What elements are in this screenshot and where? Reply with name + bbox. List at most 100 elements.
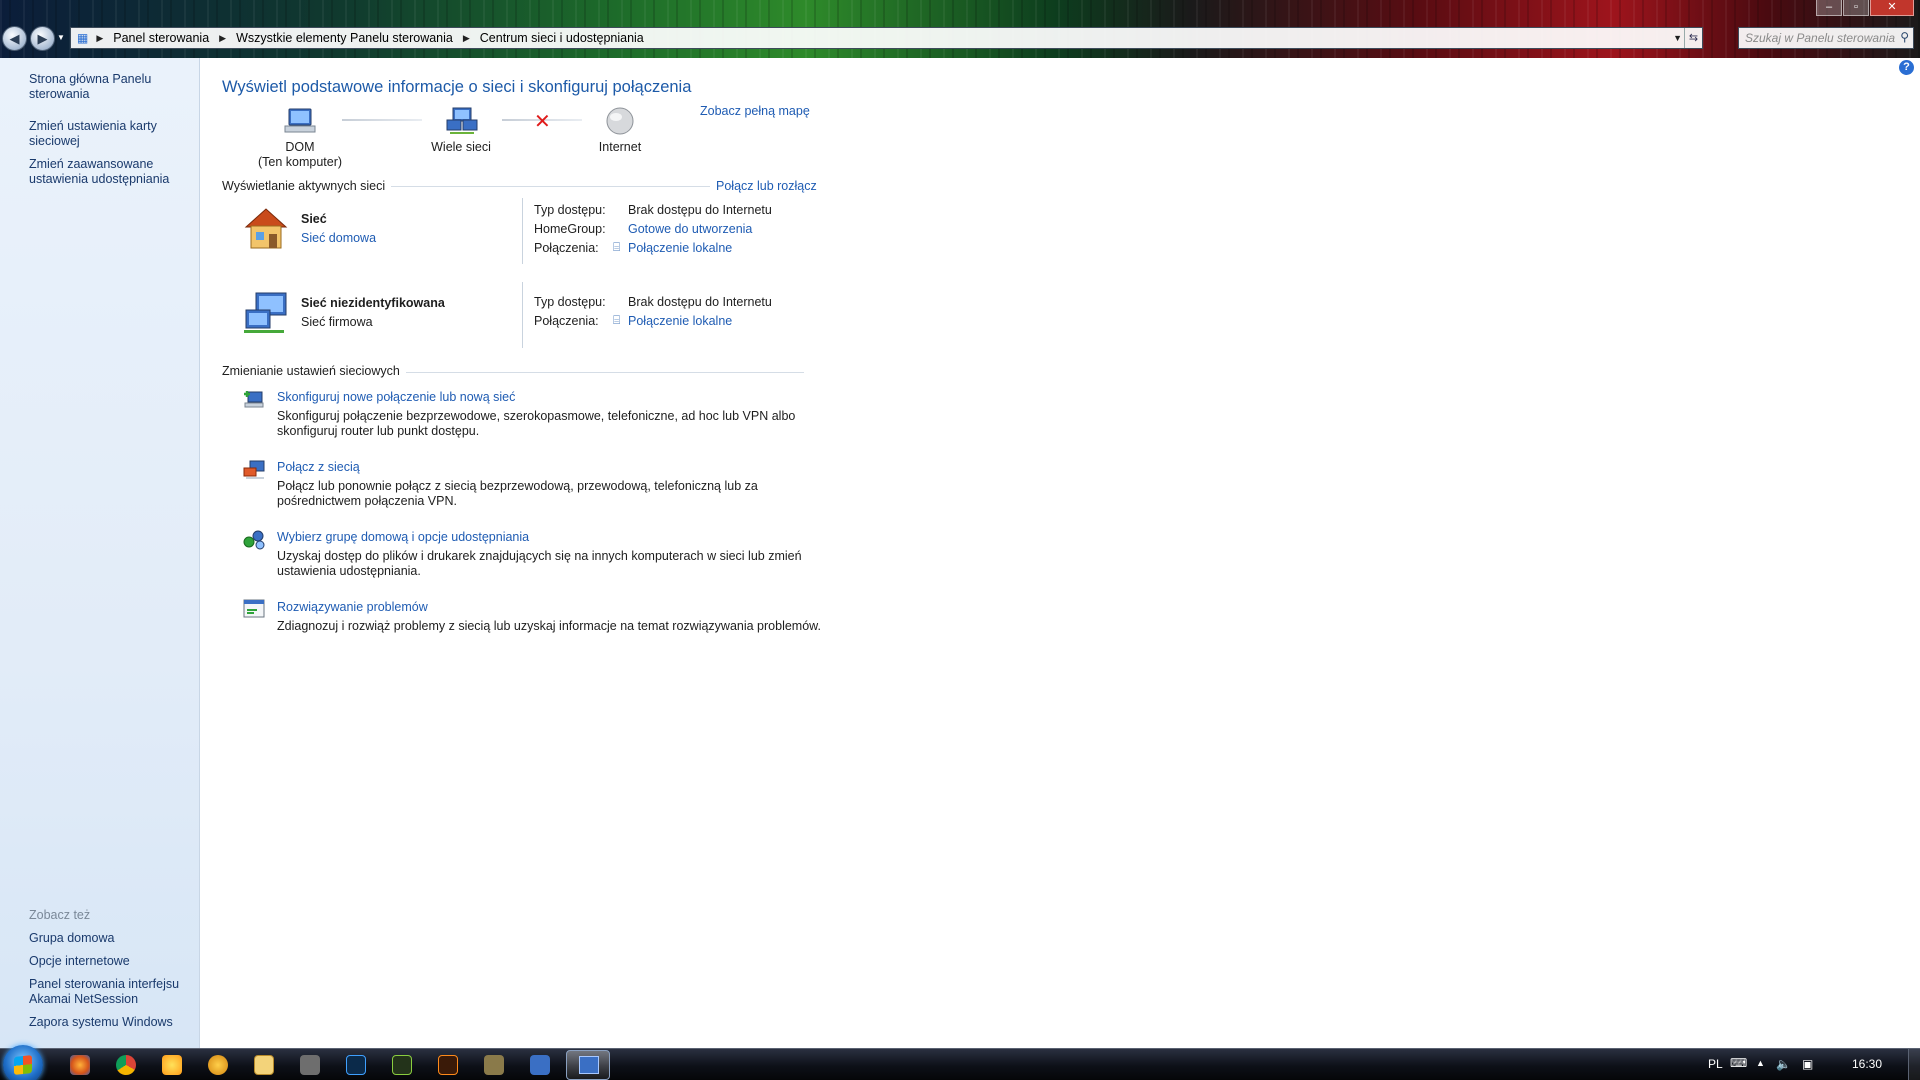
dreamweaver-icon[interactable] xyxy=(392,1055,412,1075)
app-sun-icon[interactable] xyxy=(162,1055,182,1075)
sidebar: Strona główna Panelu sterowania Zmień us… xyxy=(0,58,200,1048)
access-type-label: Typ dostępu: xyxy=(534,203,606,217)
control-panel-icon: ▦ xyxy=(77,31,89,45)
connect-disconnect-link[interactable]: Połącz lub rozłącz xyxy=(710,179,817,193)
address-bar[interactable]: ▦ ▶ Panel sterowania ▶ Wszystkie element… xyxy=(70,27,1703,49)
task-connect-network[interactable]: Połącz z siecią xyxy=(277,460,360,474)
search-input[interactable]: Szukaj w Panelu sterowania ⚲ xyxy=(1738,27,1914,49)
breadcrumb-chevron-icon[interactable]: ▶ xyxy=(219,33,226,44)
network-type-link[interactable]: Sieć domowa xyxy=(301,231,376,245)
task-description: Zdiagnozuj i rozwiąż problemy z siecią l… xyxy=(277,619,821,633)
breadcrumb-item[interactable]: Centrum sieci i udostępniania xyxy=(480,31,644,45)
network-type: Sieć firmowa xyxy=(301,315,373,329)
new-connection-icon xyxy=(244,391,264,408)
see-also-firewall[interactable]: Zapora systemu Windows xyxy=(29,1015,194,1030)
network-divider xyxy=(522,198,523,264)
taskbar: PL ⌨ ▲ 🔈 ▣ 16:30 xyxy=(0,1045,1920,1080)
refresh-icon[interactable]: ⇆ xyxy=(1684,28,1702,48)
computer-name: DOM xyxy=(285,140,315,154)
task-setup-connection[interactable]: Skonfiguruj nowe połączenie lub nową sie… xyxy=(277,390,515,404)
maximize-button[interactable]: ▫ xyxy=(1843,0,1869,16)
folder-icon[interactable] xyxy=(254,1055,274,1075)
back-button[interactable]: ◀ xyxy=(2,26,27,51)
app-blue-icon[interactable] xyxy=(530,1055,550,1075)
network-tray-icon[interactable]: ▣ xyxy=(1802,1057,1813,1071)
access-type-label: Typ dostępu: xyxy=(534,295,606,309)
breadcrumb-item[interactable]: Panel sterowania xyxy=(113,31,209,45)
local-connection-link[interactable]: Połączenie lokalne xyxy=(628,314,732,328)
connect-network-icon xyxy=(243,460,265,479)
volume-icon[interactable]: 🔈 xyxy=(1776,1057,1791,1071)
window-controls: – ▫ ✕ xyxy=(1816,0,1914,16)
sidebar-link-advanced-sharing[interactable]: Zmień zaawansowane ustawienia udostępnia… xyxy=(29,157,194,187)
app-icon[interactable] xyxy=(484,1055,504,1075)
homegroup-label: HomeGroup: xyxy=(534,222,606,236)
address-dropdown-icon[interactable]: ▼ xyxy=(1673,28,1682,48)
computer-sub: (Ten komputer) xyxy=(257,155,343,169)
clock[interactable]: 16:30 xyxy=(1852,1057,1882,1071)
see-also-akamai[interactable]: Panel sterowania interfejsu Akamai NetSe… xyxy=(29,977,194,1007)
keyboard-icon[interactable]: ⌨ xyxy=(1730,1056,1747,1070)
map-multiple-networks[interactable]: Wiele sieci xyxy=(411,106,511,155)
active-networks-heading: Wyświetlanie aktywnych sieci xyxy=(222,179,392,193)
homegroup-sharing-icon xyxy=(243,530,265,550)
network-divider xyxy=(522,282,523,348)
network-center-taskbar-button[interactable] xyxy=(566,1050,610,1080)
breadcrumb-chevron-icon[interactable]: ▶ xyxy=(463,33,470,44)
ethernet-icon: ⌸ xyxy=(613,240,621,254)
change-settings-heading: Zmienianie ustawień sieciowych xyxy=(222,364,406,378)
sidebar-link-home[interactable]: Strona główna Panelu sterowania xyxy=(29,72,194,102)
network-center-icon xyxy=(579,1056,599,1074)
homegroup-link[interactable]: Gotowe do utworzenia xyxy=(628,222,752,236)
page-title: Wyświetl podstawowe informacje o sieci i… xyxy=(222,78,692,96)
no-connection-icon[interactable]: ✕ xyxy=(534,109,551,134)
see-also-heading: Zobacz też xyxy=(29,908,91,922)
map-middle-label: Wiele sieci xyxy=(431,140,491,154)
connections-label: Połączenia: xyxy=(534,314,599,328)
breadcrumb-item[interactable]: Wszystkie elementy Panelu sterowania xyxy=(236,31,453,45)
task-description: Uzyskaj dostęp do plików i drukarek znaj… xyxy=(277,549,802,578)
map-internet-label: Internet xyxy=(598,140,642,154)
globe-icon xyxy=(606,107,634,135)
home-network-icon xyxy=(244,208,288,249)
connections-label: Połączenia: xyxy=(534,241,599,255)
help-icon[interactable]: ? xyxy=(1899,60,1914,75)
task-description: Skonfiguruj połączenie bezprzewodowe, sz… xyxy=(277,409,796,438)
map-internet[interactable]: Internet xyxy=(570,106,670,155)
forward-button[interactable]: ▶ xyxy=(30,26,55,51)
chrome-icon[interactable] xyxy=(116,1055,136,1075)
networks-icon xyxy=(446,107,478,134)
access-type-value: Brak dostępu do Internetu xyxy=(628,203,772,217)
start-button[interactable] xyxy=(3,1045,43,1080)
window-titlebar: – ▫ ✕ ◀ ▶ ▼ ▦ ▶ Panel sterowania ▶ Wszys… xyxy=(0,0,1920,58)
app-orange-icon[interactable] xyxy=(208,1055,228,1075)
see-also-homegroup[interactable]: Grupa domowa xyxy=(29,931,194,946)
see-also-internet-options[interactable]: Opcje internetowe xyxy=(29,954,194,969)
task-troubleshoot[interactable]: Rozwiązywanie problemów xyxy=(277,600,428,614)
local-connection-link[interactable]: Połączenie lokalne xyxy=(628,241,732,255)
map-connector xyxy=(342,119,422,121)
search-placeholder: Szukaj w Panelu sterowania xyxy=(1745,31,1896,45)
tool-icon[interactable] xyxy=(300,1055,320,1075)
breadcrumb-chevron-icon[interactable]: ▶ xyxy=(96,33,103,44)
show-hidden-icons-icon[interactable]: ▲ xyxy=(1756,1058,1765,1068)
history-dropdown-icon[interactable]: ▼ xyxy=(57,33,65,42)
network-name: Sieć niezidentyfikowana xyxy=(301,296,445,310)
full-map-link[interactable]: Zobacz pełną mapę xyxy=(700,104,810,118)
sidebar-link-adapter-settings[interactable]: Zmień ustawienia karty sieciowej xyxy=(29,119,194,149)
troubleshoot-icon xyxy=(243,599,265,618)
work-network-icon xyxy=(244,292,287,333)
computer-icon xyxy=(284,108,316,133)
photoshop-icon[interactable] xyxy=(346,1055,366,1075)
map-computer[interactable]: DOM (Ten komputer) xyxy=(250,106,350,170)
search-icon[interactable]: ⚲ xyxy=(1900,30,1909,44)
ethernet-icon: ⌸ xyxy=(613,313,621,327)
language-indicator[interactable]: PL xyxy=(1708,1057,1723,1071)
firefox-icon[interactable] xyxy=(70,1055,90,1075)
close-button[interactable]: ✕ xyxy=(1870,0,1914,16)
minimize-button[interactable]: – xyxy=(1816,0,1842,16)
illustrator-icon[interactable] xyxy=(438,1055,458,1075)
show-desktop-button[interactable] xyxy=(1908,1049,1920,1080)
task-homegroup-sharing[interactable]: Wybierz grupę domową i opcje udostępnian… xyxy=(277,530,529,544)
network-name: Sieć xyxy=(301,212,327,226)
